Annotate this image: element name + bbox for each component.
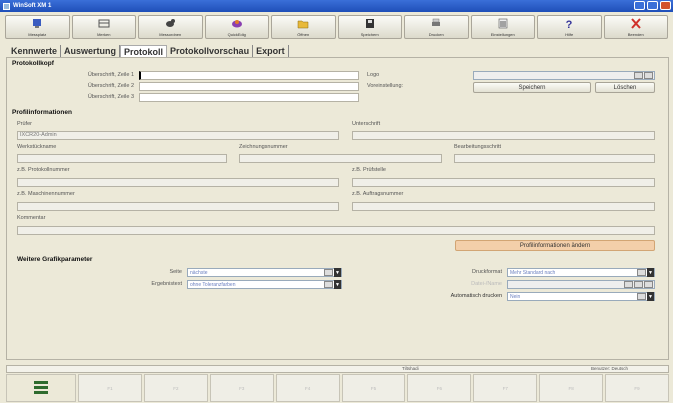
status-bar: Tiltshadi Benutzer: Deutsch	[6, 365, 669, 373]
toolbar-button-speichern[interactable]: Speichern	[337, 15, 402, 39]
status-user: Benutzer: Deutsch	[591, 366, 629, 371]
pruefstelle-label: z.B. Prüfstelle	[352, 167, 386, 173]
auto-druck-label: Automatisch drucken	[450, 293, 502, 299]
dog-icon	[166, 19, 176, 27]
zeile3-input[interactable]	[139, 93, 359, 102]
auftragsnummer-input[interactable]	[352, 202, 655, 211]
section-title-grafikparameter: Weitere Grafikparameter	[17, 256, 93, 263]
title-bar: WinSoft XM 1	[0, 0, 673, 12]
logo-browse-button[interactable]	[634, 72, 643, 79]
fkey-f8[interactable]: F8	[539, 374, 604, 402]
fkey-f2[interactable]: F2	[143, 374, 208, 402]
section-title-protokollkopf: Protokollkopf	[12, 60, 54, 67]
memory-icon	[98, 19, 110, 28]
ergebnistext-label: Ergebnistext	[151, 281, 182, 287]
dateiname-input[interactable]	[507, 280, 655, 289]
logo-select[interactable]	[473, 71, 655, 80]
pruefer-label: Prüfer	[17, 121, 32, 127]
settings-list-icon	[498, 18, 508, 29]
druckformat-label: Druckformat	[472, 269, 502, 275]
toolbar-button-beenden[interactable]: Beenden	[603, 15, 668, 39]
bearbeitung-input[interactable]	[454, 154, 655, 163]
maschinennummer-label: z.B. Maschinennummer	[17, 191, 75, 197]
toolbar-button-messordnen[interactable]: Messordnen	[138, 15, 203, 39]
kommentar-label: Kommentar	[17, 215, 46, 221]
toolbar-button-hilfe[interactable]: ? Hilfe	[537, 15, 602, 39]
window-controls	[634, 1, 671, 10]
protokollnummer-label: z.B. Protokollnummer	[17, 167, 70, 173]
zeile1-label: Überschrift, Zeile 1	[87, 72, 134, 78]
function-key-bar: F1 F2 F3 F4 F5 F6 F7 F8 F9	[6, 374, 669, 402]
fkey-f1[interactable]: F1	[78, 374, 142, 402]
status-left: Tiltshadi	[402, 366, 419, 371]
toolbar-button-drucken[interactable]: Drucken	[404, 15, 469, 39]
fkey-f4[interactable]: F4	[275, 374, 340, 402]
protokoll-panel: Protokollkopf Überschrift, Zeile 1 Übers…	[6, 57, 669, 360]
logo-label: Logo	[367, 72, 380, 78]
stack-logo-icon	[34, 381, 49, 394]
fkey-f5[interactable]: F5	[341, 374, 406, 402]
werkstueck-label: Werkstückname	[17, 144, 57, 150]
close-icon[interactable]	[660, 1, 671, 10]
pruefstelle-input[interactable]	[352, 178, 655, 187]
save-disk-icon	[365, 19, 374, 28]
auto-druck-select[interactable]: Nein ▼	[507, 292, 655, 301]
open-folder-icon	[298, 20, 309, 29]
zeile2-label: Überschrift, Zeile 2	[87, 83, 134, 89]
window-title: WinSoft XM 1	[13, 3, 52, 9]
app-icon	[3, 2, 10, 10]
zeichnung-label: Zeichnungsnummer	[239, 144, 288, 150]
maximize-icon[interactable]	[647, 1, 658, 10]
ergebnistext-select[interactable]: ohne Toleranzfarben ▼	[187, 280, 342, 289]
section-title-profilinformationen: Profilinformationen	[12, 109, 72, 116]
profil-aendern-button[interactable]: Profilinformationen ändern	[455, 240, 655, 251]
fkey-f6[interactable]: F6	[407, 374, 472, 402]
druckformat-select[interactable]: Mehr Standard nach ▼	[507, 268, 655, 277]
unterschrift-label: Unterschrift	[352, 121, 381, 127]
seite-select[interactable]: nächste ▼	[187, 268, 342, 277]
logo-clear-button[interactable]	[644, 72, 653, 79]
zeile1-input[interactable]	[139, 71, 359, 80]
quickedit-icon	[231, 20, 242, 28]
zeile2-input[interactable]	[139, 82, 359, 91]
chevron-down-icon[interactable]: ▼	[647, 268, 654, 277]
loeschen-button[interactable]: Löschen	[595, 82, 655, 93]
chevron-down-icon[interactable]: ▼	[334, 268, 341, 277]
speichern-button[interactable]: Speichern	[473, 82, 591, 93]
toolbar-button-oeffnen[interactable]: Öffnen	[271, 15, 336, 39]
seite-label: Seite	[169, 269, 182, 275]
kommentar-input[interactable]	[17, 226, 655, 235]
zeichnung-input[interactable]	[239, 154, 442, 163]
help-icon: ?	[566, 19, 573, 29]
svg-text:?: ?	[566, 19, 573, 29]
toolbar-button-merken[interactable]: Merken	[71, 15, 136, 39]
unterschrift-input[interactable]	[352, 131, 655, 140]
print-icon	[432, 18, 441, 26]
chevron-down-icon[interactable]: ▼	[647, 292, 654, 301]
voreinstellung-label: Voreinstellung:	[367, 83, 404, 89]
fkey-f7[interactable]: F7	[473, 374, 538, 402]
measure-station-icon	[33, 19, 42, 28]
zeile3-label: Überschrift, Zeile 3	[87, 94, 134, 100]
fkey-f3[interactable]: F3	[209, 374, 274, 402]
toolbar-button-einstellungen[interactable]: Einstellungen	[470, 15, 535, 39]
auftragsnummer-label: z.B. Auftragsnummer	[352, 191, 404, 197]
exit-x-icon	[631, 18, 641, 29]
minimize-icon[interactable]	[634, 1, 645, 10]
toolbar-button-messplatz[interactable]: Messplatz	[5, 15, 70, 39]
main-toolbar: Messplatz Merken Messordnen QuickEdig Öf…	[5, 15, 668, 39]
werkstueck-input[interactable]	[17, 154, 227, 163]
protokollnummer-input[interactable]	[17, 178, 339, 187]
toolbar-button-quickedig[interactable]: QuickEdig	[204, 15, 269, 39]
chevron-down-icon[interactable]: ▼	[334, 280, 341, 289]
app-logo	[6, 374, 77, 402]
pruefer-input[interactable]: IXCR20-Admin	[17, 131, 339, 140]
fkey-f9[interactable]: F9	[605, 374, 669, 402]
maschinennummer-input[interactable]	[17, 202, 339, 211]
bearbeitung-label: Bearbeitungsschritt	[454, 144, 502, 150]
dateiname-label: Datei-/Name	[471, 281, 502, 287]
